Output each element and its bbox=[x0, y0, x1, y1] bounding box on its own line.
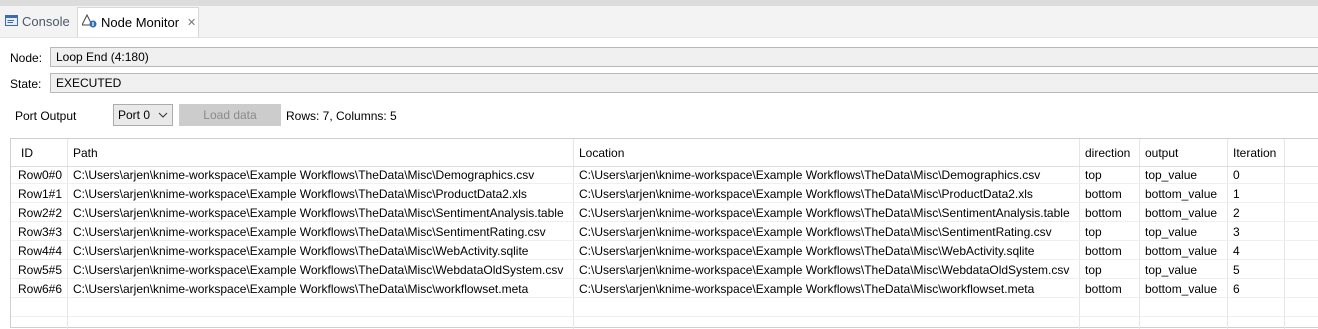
cell-path: C:\Users\arjen\knime-workspace\Example W… bbox=[73, 263, 564, 277]
cell-output: top_value bbox=[1145, 168, 1198, 182]
cell-id: Row0#0 bbox=[18, 168, 63, 182]
node-field[interactable]: Loop End (4:180) bbox=[50, 47, 1318, 67]
cell-iteration: 1 bbox=[1233, 187, 1240, 201]
view-tab-bar: Console Node Monitor ✕ bbox=[0, 6, 1318, 38]
cell-location: C:\Users\arjen\knime-workspace\Example W… bbox=[579, 282, 1035, 296]
cell-id: Row3#3 bbox=[18, 225, 63, 239]
state-row: State: EXECUTED bbox=[0, 73, 1318, 95]
node-label: Node: bbox=[10, 51, 43, 65]
cell-direction: top bbox=[1085, 263, 1102, 277]
table-row[interactable]: Row5#5 C:\Users\arjen\knime-workspace\Ex… bbox=[11, 260, 1318, 279]
cell-output: top_value bbox=[1145, 263, 1198, 277]
header-id[interactable]: ID bbox=[21, 146, 33, 160]
load-data-button[interactable]: Load data bbox=[179, 104, 281, 126]
cell-path: C:\Users\arjen\knime-workspace\Example W… bbox=[73, 187, 527, 201]
cell-output: bottom_value bbox=[1145, 206, 1218, 220]
cell-output: bottom_value bbox=[1145, 187, 1218, 201]
cell-iteration: 2 bbox=[1233, 206, 1240, 220]
header-path[interactable]: Path bbox=[73, 146, 98, 160]
cell-direction: bottom bbox=[1085, 244, 1122, 258]
cell-iteration: 3 bbox=[1233, 225, 1240, 239]
cell-id: Row4#4 bbox=[18, 244, 63, 258]
cell-iteration: 0 bbox=[1233, 168, 1240, 182]
close-icon[interactable]: ✕ bbox=[187, 16, 196, 29]
tab-node-monitor-label: Node Monitor bbox=[101, 15, 180, 30]
cell-location: C:\Users\arjen\knime-workspace\Example W… bbox=[579, 168, 1041, 182]
table-header: ID Path Location direction output Iterat… bbox=[11, 139, 1318, 167]
console-icon bbox=[5, 14, 18, 30]
cell-direction: bottom bbox=[1085, 187, 1122, 201]
header-location[interactable]: Location bbox=[579, 146, 624, 160]
cell-location: C:\Users\arjen\knime-workspace\Example W… bbox=[579, 206, 1070, 220]
cell-output: bottom_value bbox=[1145, 282, 1218, 296]
table-row[interactable]: Row0#0 C:\Users\arjen\knime-workspace\Ex… bbox=[11, 165, 1318, 184]
cell-location: C:\Users\arjen\knime-workspace\Example W… bbox=[579, 225, 1052, 239]
cell-direction: bottom bbox=[1085, 282, 1122, 296]
table-row-empty bbox=[11, 298, 1318, 317]
header-iteration[interactable]: Iteration bbox=[1233, 146, 1276, 160]
node-monitor-icon bbox=[81, 13, 97, 31]
cell-iteration: 4 bbox=[1233, 244, 1240, 258]
chevron-down-icon bbox=[158, 105, 168, 132]
tab-node-monitor[interactable]: Node Monitor ✕ bbox=[77, 7, 199, 37]
cell-direction: bottom bbox=[1085, 206, 1122, 220]
data-table: ID Path Location direction output Iterat… bbox=[10, 138, 1318, 329]
cell-direction: top bbox=[1085, 168, 1102, 182]
table-row[interactable]: Row2#2 C:\Users\arjen\knime-workspace\Ex… bbox=[11, 203, 1318, 222]
header-output[interactable]: output bbox=[1145, 146, 1178, 160]
cell-id: Row1#1 bbox=[18, 187, 63, 201]
cell-path: C:\Users\arjen\knime-workspace\Example W… bbox=[73, 225, 546, 239]
cell-id: Row6#6 bbox=[18, 282, 63, 296]
port-select[interactable]: Port 0 bbox=[113, 104, 173, 126]
cell-path: C:\Users\arjen\knime-workspace\Example W… bbox=[73, 206, 564, 220]
node-row: Node: Loop End (4:180) bbox=[0, 47, 1318, 69]
table-row[interactable]: Row1#1 C:\Users\arjen\knime-workspace\Ex… bbox=[11, 184, 1318, 203]
state-field[interactable]: EXECUTED bbox=[50, 73, 1318, 93]
tab-console-label: Console bbox=[22, 14, 70, 29]
table-row[interactable]: Row4#4 C:\Users\arjen\knime-workspace\Ex… bbox=[11, 241, 1318, 260]
cell-id: Row2#2 bbox=[18, 206, 63, 220]
cell-path: C:\Users\arjen\knime-workspace\Example W… bbox=[73, 168, 535, 182]
table-row[interactable]: Row3#3 C:\Users\arjen\knime-workspace\Ex… bbox=[11, 222, 1318, 241]
port-output-label: Port Output bbox=[15, 109, 77, 123]
cell-iteration: 5 bbox=[1233, 263, 1240, 277]
port-select-value: Port 0 bbox=[118, 108, 151, 122]
cell-direction: top bbox=[1085, 225, 1102, 239]
tab-console[interactable]: Console bbox=[5, 6, 70, 37]
cell-output: top_value bbox=[1145, 225, 1198, 239]
cell-iteration: 6 bbox=[1233, 282, 1240, 296]
cell-output: bottom_value bbox=[1145, 244, 1218, 258]
table-row[interactable]: Row6#6 C:\Users\arjen\knime-workspace\Ex… bbox=[11, 279, 1318, 298]
state-label: State: bbox=[10, 77, 42, 91]
cell-location: C:\Users\arjen\knime-workspace\Example W… bbox=[579, 263, 1070, 277]
cell-path: C:\Users\arjen\knime-workspace\Example W… bbox=[73, 282, 529, 296]
rows-columns-info: Rows: 7, Columns: 5 bbox=[286, 109, 397, 123]
cell-id: Row5#5 bbox=[18, 263, 63, 277]
cell-location: C:\Users\arjen\knime-workspace\Example W… bbox=[579, 244, 1035, 258]
header-direction[interactable]: direction bbox=[1085, 146, 1130, 160]
cell-path: C:\Users\arjen\knime-workspace\Example W… bbox=[73, 244, 529, 258]
cell-location: C:\Users\arjen\knime-workspace\Example W… bbox=[579, 187, 1033, 201]
